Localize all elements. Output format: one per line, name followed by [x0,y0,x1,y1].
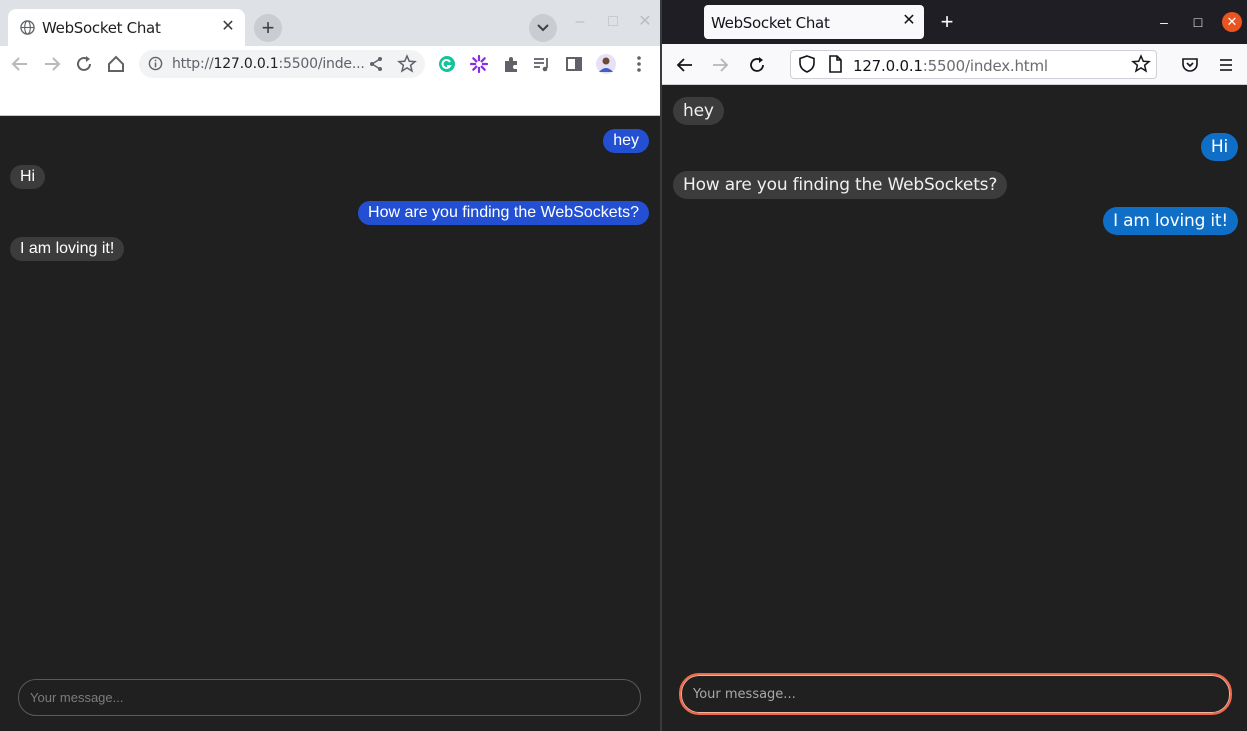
kebab-menu-icon[interactable] [628,53,650,75]
chrome-toolbar: http://127.0.0.1:5500/inde... [0,46,660,116]
grammarly-extension-icon[interactable] [436,53,458,75]
firefox-url-text: 127.0.0.1:5500/index.html [853,57,1048,75]
chrome-chat-page: hey Hi How are you finding the WebSocket… [0,117,660,731]
chrome-address-bar[interactable]: http://127.0.0.1:5500/inde... [139,50,425,78]
pocket-icon[interactable] [1179,54,1201,76]
chat-message-incoming: I am loving it! [10,237,125,261]
url-prefix: http:// [172,56,214,72]
firefox-close-button[interactable]: ✕ [1222,12,1242,32]
firefox-address-bar[interactable]: 127.0.0.1:5500/index.html [790,50,1157,79]
chrome-tab-close-icon[interactable]: ✕ [219,18,237,36]
chrome-message-input[interactable] [18,679,641,716]
firefox-minimize-button[interactable]: – [1154,12,1174,32]
share-icon[interactable] [366,54,386,74]
chrome-tab-title: WebSocket Chat [42,19,161,37]
chrome-tab-strip: WebSocket Chat ✕ + – □ ✕ [0,0,660,46]
back-arrow-icon[interactable] [9,53,31,75]
chrome-new-tab-button[interactable]: + [254,14,282,42]
firefox-tab-close-icon[interactable]: ✕ [900,12,918,30]
purple-flower-extension-icon[interactable] [468,53,490,75]
url-host: 127.0.0.1 [853,57,923,75]
firefox-chat-page: hey Hi How are you finding the WebSocket… [662,86,1247,731]
chat-message-outgoing: How are you finding the WebSockets? [358,201,649,225]
chrome-tab-websocket-chat[interactable]: WebSocket Chat ✕ [8,9,245,46]
chrome-tab-search-button[interactable] [529,14,557,42]
url-host: 127.0.0.1 [213,56,279,72]
chrome-close-button[interactable]: ✕ [635,12,655,32]
info-icon[interactable] [148,56,163,71]
chrome-window: WebSocket Chat ✕ + – □ ✕ http://127.0.0.… [0,0,660,731]
profile-avatar[interactable] [595,53,617,75]
url-rest: :5500/inde... [278,56,365,72]
bookmark-star-icon[interactable] [1131,54,1151,74]
back-arrow-icon[interactable] [674,54,696,76]
chat-message-incoming: How are you finding the WebSockets? [673,171,1008,199]
firefox-message-input[interactable] [679,673,1232,715]
hamburger-menu-icon[interactable] [1215,54,1237,76]
globe-icon [20,20,35,35]
chrome-url-text: http://127.0.0.1:5500/inde... [172,56,365,72]
firefox-tab-websocket-chat[interactable]: WebSocket Chat ✕ [704,5,924,39]
firefox-tab-strip: WebSocket Chat ✕ + – □ ✕ [662,0,1247,44]
reload-icon[interactable] [73,53,95,75]
bookmark-star-icon[interactable] [397,54,417,74]
firefox-new-tab-button[interactable]: + [935,10,959,34]
reload-icon[interactable] [746,54,768,76]
forward-arrow-icon[interactable] [41,53,63,75]
chat-message-outgoing: Hi [1200,133,1238,161]
chat-message-incoming: hey [673,97,724,125]
url-rest: :5500/index.html [922,57,1048,75]
chat-message-incoming: Hi [10,165,46,189]
extensions-puzzle-icon[interactable] [500,53,522,75]
chevron-down-icon [537,24,549,32]
chrome-maximize-button[interactable]: □ [603,12,623,32]
desktop: WebSocket Chat ✕ + – □ ✕ http://127.0.0.… [0,0,1247,731]
forward-arrow-icon[interactable] [709,54,731,76]
chat-message-outgoing: I am loving it! [1103,207,1238,235]
media-playlist-icon[interactable] [531,53,553,75]
chrome-minimize-button[interactable]: – [570,12,590,32]
shield-icon[interactable] [797,54,817,74]
chat-message-outgoing: hey [603,129,649,153]
side-panel-icon[interactable] [563,53,585,75]
firefox-toolbar: 127.0.0.1:5500/index.html [662,44,1247,85]
page-icon[interactable] [825,54,845,74]
firefox-maximize-button[interactable]: □ [1188,12,1208,32]
firefox-window: WebSocket Chat ✕ + – □ ✕ 127.0.0.1:5500/… [662,0,1247,731]
home-icon[interactable] [105,53,127,75]
firefox-tab-title: WebSocket Chat [711,14,830,32]
